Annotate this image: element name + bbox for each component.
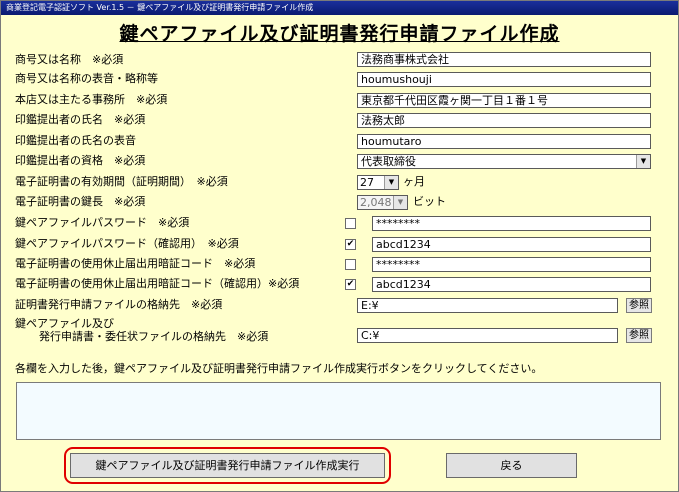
request-file-browse-button[interactable]: 参照 xyxy=(626,298,652,313)
key-password-confirm-input[interactable]: abcd1234 xyxy=(372,237,651,252)
validity-select[interactable]: 27 ▼ xyxy=(357,175,399,190)
message-area xyxy=(16,382,661,440)
office-input[interactable]: 東京都千代田区霞ヶ関一丁目１番１号 xyxy=(357,93,651,108)
application-window: 商業登記電子認証ソフト Ver.1.5 － 鍵ペアファイル及び証明書発行申請ファ… xyxy=(0,0,679,492)
key-password-label: 鍵ペアファイルパスワード ※必須 xyxy=(15,216,190,229)
show-key-password-confirm-checkbox[interactable]: ✔ xyxy=(345,239,356,250)
qualification-select[interactable]: 代表取締役 ▼ xyxy=(357,154,651,169)
suspension-code-confirm-input[interactable]: abcd1234 xyxy=(372,277,651,292)
suspension-code-label: 電子証明書の使用休止届出用暗証コード ※必須 xyxy=(15,257,256,270)
key-password-confirm-label: 鍵ペアファイルパスワード（確認用） ※必須 xyxy=(15,237,239,250)
key-length-label: 電子証明書の鍵長 ※必須 xyxy=(15,195,146,208)
key-length-select: 2,048 ▼ xyxy=(357,195,408,210)
key-file-browse-button[interactable]: 参照 xyxy=(626,328,652,343)
qualification-label: 印鑑提出者の資格 ※必須 xyxy=(15,154,146,167)
chevron-down-icon[interactable]: ▼ xyxy=(636,155,650,168)
key-length-value: 2,048 xyxy=(360,196,392,209)
trade-name-reading-label: 商号又は名称の表音・略称等 xyxy=(15,72,158,85)
key-length-unit: ビット xyxy=(413,195,446,208)
highlight-ring xyxy=(64,447,391,484)
show-suspension-code-checkbox[interactable] xyxy=(345,259,356,270)
show-suspension-code-confirm-checkbox[interactable]: ✔ xyxy=(345,279,356,290)
key-password-input[interactable]: ******** xyxy=(372,216,651,231)
seal-submitter-reading-label: 印鑑提出者の氏名の表音 xyxy=(15,134,136,147)
suspension-code-input[interactable]: ******** xyxy=(372,257,651,272)
suspension-code-confirm-label: 電子証明書の使用休止届出用暗証コード（確認用）※必須 xyxy=(15,277,300,290)
validity-label: 電子証明書の有効期間（証明期間） ※必須 xyxy=(15,175,228,188)
check-icon: ✔ xyxy=(346,279,355,289)
page-title: 鍵ペアファイル及び証明書発行申請ファイル作成 xyxy=(119,23,560,45)
trade-name-label: 商号又は名称 ※必須 xyxy=(15,53,124,66)
trade-name-reading-input[interactable]: houmushouji xyxy=(357,72,651,87)
validity-unit: ヶ月 xyxy=(403,175,425,188)
back-button[interactable]: 戻る xyxy=(446,453,577,478)
check-icon: ✔ xyxy=(346,239,355,249)
key-file-dir-input[interactable]: C:¥ xyxy=(357,328,618,343)
seal-submitter-name-input[interactable]: 法務太郎 xyxy=(357,113,651,128)
key-file-dir-label-line1: 鍵ペアファイル及び xyxy=(15,317,114,330)
instruction-text: 各欄を入力した後，鍵ペアファイル及び証明書発行申請ファイル作成実行ボタンをクリッ… xyxy=(15,362,543,375)
request-file-dir-input[interactable]: E:¥ xyxy=(357,298,618,313)
qualification-value: 代表取締役 xyxy=(361,155,416,168)
trade-name-input[interactable]: 法務商事株式会社 xyxy=(357,52,651,67)
seal-submitter-reading-input[interactable]: houmutaro xyxy=(357,134,651,149)
validity-value: 27 xyxy=(360,176,374,189)
window-title-bar: 商業登記電子認証ソフト Ver.1.5 － 鍵ペアファイル及び証明書発行申請ファ… xyxy=(1,1,678,15)
office-label: 本店又は主たる事務所 ※必須 xyxy=(15,93,168,106)
chevron-down-icon: ▼ xyxy=(393,196,407,209)
request-file-dir-label: 証明書発行申請ファイルの格納先 ※必須 xyxy=(15,298,223,311)
show-key-password-checkbox[interactable] xyxy=(345,218,356,229)
seal-submitter-name-label: 印鑑提出者の氏名 ※必須 xyxy=(15,113,146,126)
chevron-down-icon[interactable]: ▼ xyxy=(384,176,398,189)
key-file-dir-label-line2: 発行申請書・委任状ファイルの格納先 ※必須 xyxy=(39,330,269,343)
